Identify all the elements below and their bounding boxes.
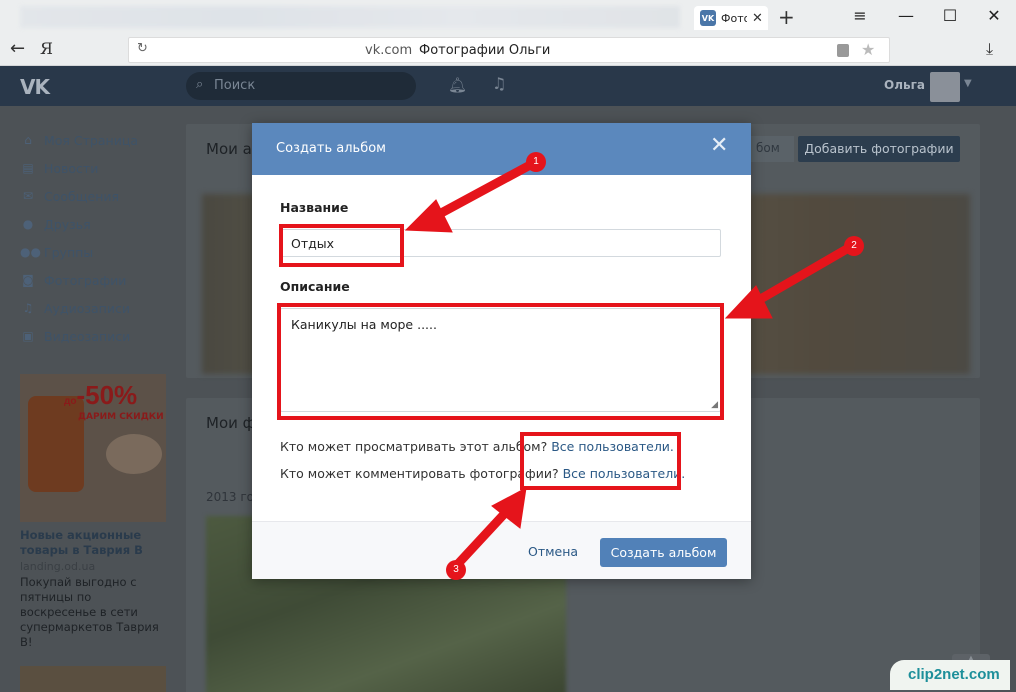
friends-icon: ● (22, 217, 34, 231)
watermark: clip2net.com (890, 660, 1010, 690)
minimize-icon[interactable]: — (896, 6, 916, 25)
browser-addressbar: ← Я ↻ vk.com Фотографии Ольги ★ ⤓ (0, 34, 1016, 66)
bell-icon[interactable]: 🔔︎ (448, 76, 467, 94)
dialog-footer: Отмена Создать альбом (252, 521, 751, 579)
ad-badge-sub: ДАРИМ СКИДКИ (78, 412, 164, 422)
ad-plate-image (106, 434, 162, 474)
home-icon: ⌂ (24, 133, 32, 147)
sidebar: ⌂ Моя Страница ▤ Новости ✉ Сообщения ● Д… (20, 126, 170, 350)
name-label: Название (280, 200, 349, 215)
vk-favicon-icon: VK (700, 10, 716, 26)
comment-permission-row: Кто может комментировать фотографии? Все… (280, 466, 685, 481)
ad-discount-badge: до-50% (64, 380, 164, 432)
ad-image[interactable]: до-50% ДАРИМ СКИДКИ (20, 374, 166, 522)
view-permission-label: Кто может просматривать этот альбом? (280, 439, 548, 454)
album-description-textarea[interactable]: Каникулы на море ..... ◢ (280, 308, 721, 412)
maximize-icon[interactable]: ☐ (940, 6, 960, 25)
back-arrow-icon[interactable]: ← (10, 38, 25, 59)
search-icon: ⌕ (196, 77, 204, 92)
user-name[interactable]: Ольга (884, 78, 925, 92)
url-field[interactable]: ↻ vk.com Фотографии Ольги ★ (128, 37, 890, 63)
url-page-title: Фотографии Ольги (419, 43, 551, 58)
ad-text: Покупай выгодно с пятницы по воскресенье… (20, 575, 159, 649)
sidebar-item-label: Сообщения (44, 188, 120, 204)
advertisement[interactable]: до-50% ДАРИМ СКИДКИ Новые акционные това… (20, 374, 166, 649)
dialog-header: Создать альбом ✕ (252, 123, 751, 175)
create-album-button[interactable]: Создать альбом (600, 538, 727, 567)
photos-card-title: Мои ф (206, 414, 256, 432)
sidebar-item-my-page[interactable]: ⌂ Моя Страница (20, 126, 170, 154)
lock-icon[interactable] (837, 44, 849, 57)
new-tab-icon[interactable]: + (778, 5, 795, 29)
sidebar-item-label: Моя Страница (44, 132, 138, 148)
avatar[interactable] (930, 72, 960, 102)
close-tab-icon[interactable]: ✕ (752, 11, 763, 26)
sidebar-item-label: Фотографии (44, 272, 127, 288)
vk-logo[interactable]: VK (20, 75, 50, 99)
messages-icon: ✉ (22, 189, 34, 203)
reload-icon[interactable]: ↻ (137, 41, 148, 56)
search-input[interactable]: ⌕ Поиск (186, 72, 416, 100)
comment-permission-link[interactable]: Все пользователи. (563, 466, 686, 481)
ad-badge-prefix: до (64, 396, 77, 407)
groups-icon: ●● (20, 245, 41, 259)
sidebar-item-groups[interactable]: ●● Группы (20, 238, 170, 266)
sidebar-item-label: Друзья (44, 216, 91, 232)
yandex-logo[interactable]: Я (40, 39, 53, 58)
sidebar-item-video[interactable]: ▣ Видеозаписи (20, 322, 170, 350)
news-icon: ▤ (22, 161, 34, 175)
photos-year: 2013 го (206, 490, 254, 504)
sidebar-item-label: Группы (44, 244, 94, 260)
watermark-text: clip2net.com (908, 666, 1000, 683)
comment-permission-label: Кто может комментировать фотографии? (280, 466, 559, 481)
url-domain: vk.com (365, 43, 413, 58)
sidebar-item-photos[interactable]: ◙ Фотографии (20, 266, 170, 294)
close-icon[interactable]: ✕ (710, 135, 728, 157)
bookmark-star-icon[interactable]: ★ (861, 40, 875, 59)
view-permission-row: Кто может просматривать этот альбом? Все… (280, 439, 674, 454)
sidebar-item-audio[interactable]: ♫ Аудиозаписи (20, 294, 170, 322)
sidebar-item-label: Видеозаписи (44, 328, 131, 344)
video-icon: ▣ (22, 329, 34, 343)
view-permission-link[interactable]: Все пользователи. (551, 439, 674, 454)
camera-icon: ◙ (22, 273, 34, 287)
menu-icon[interactable]: ≡ (850, 6, 870, 25)
add-photos-button[interactable]: Добавить фотографии (798, 136, 960, 162)
create-album-dialog: Создать альбом ✕ Название Отдых Описание… (252, 123, 751, 579)
sidebar-item-label: Новости (44, 160, 99, 176)
sidebar-item-news[interactable]: ▤ Новости (20, 154, 170, 182)
ad-title[interactable]: Новые акционные товары в Таврия В (20, 528, 166, 558)
ad-domain: landing.od.ua (20, 560, 96, 573)
blurred-tabs (20, 6, 680, 28)
albums-card-title: Мои а (206, 140, 252, 158)
browser-tabbar: VK Фото ✕ + ≡ — ☐ ✕ (0, 0, 1016, 34)
close-window-icon[interactable]: ✕ (984, 6, 1004, 25)
sidebar-item-label: Аудиозаписи (44, 300, 130, 316)
dialog-title: Создать альбом (276, 141, 386, 156)
album-name-input[interactable]: Отдых (280, 229, 721, 257)
description-label: Описание (280, 279, 350, 294)
sidebar-item-friends[interactable]: ● Друзья (20, 210, 170, 238)
resize-handle-icon[interactable]: ◢ (711, 400, 718, 410)
chevron-down-icon[interactable]: ▼ (964, 78, 972, 89)
create-album-ghost-button[interactable]: бом (748, 136, 794, 162)
music-icon: ♫ (22, 301, 34, 315)
download-icon[interactable]: ⤓ (986, 39, 993, 59)
ad-image-second[interactable] (20, 666, 166, 692)
sidebar-item-messages[interactable]: ✉ Сообщения (20, 182, 170, 210)
music-note-icon[interactable]: ♫ (492, 74, 506, 93)
browser-tab-active[interactable]: VK Фото ✕ (694, 6, 768, 30)
description-text: Каникулы на море ..... (291, 317, 437, 332)
cancel-button[interactable]: Отмена (528, 544, 578, 559)
ad-badge-value: -50% (76, 380, 138, 410)
tab-title: Фото (721, 11, 747, 25)
vk-header: VK ⌕ Поиск 🔔︎ ♫ Ольга ▼ (0, 66, 1016, 106)
search-placeholder: Поиск (214, 78, 256, 93)
